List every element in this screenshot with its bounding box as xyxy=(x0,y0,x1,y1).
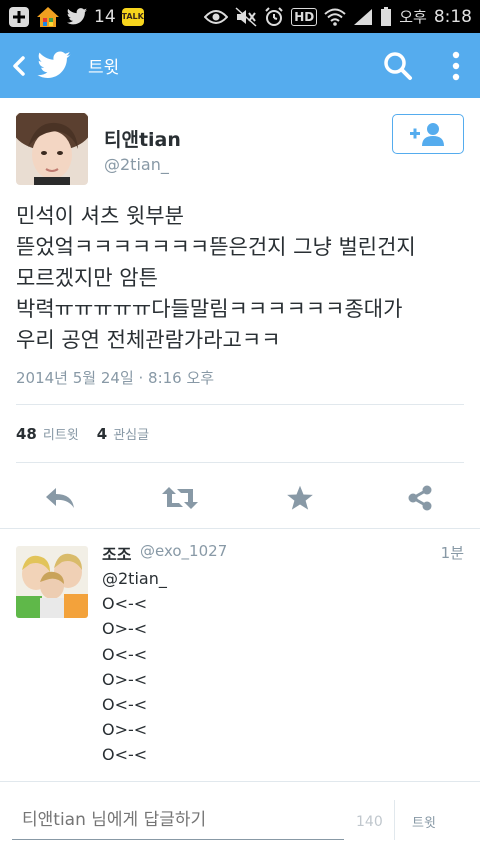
reply-button[interactable] xyxy=(40,478,80,518)
battery-icon xyxy=(380,6,392,27)
reply-text-line: O>-< xyxy=(102,619,148,639)
back-button[interactable] xyxy=(4,33,34,98)
reply-text: @2tian_ O<-< O>-< O<-< O>-< O<-< O>-< O<… xyxy=(102,566,167,768)
retweet-button[interactable] xyxy=(160,478,200,518)
divider xyxy=(0,781,480,782)
page-title: 트윗 xyxy=(88,58,120,78)
add-user-icon xyxy=(410,123,444,146)
overflow-menu-button[interactable] xyxy=(438,33,474,98)
twitter-notification-icon xyxy=(66,7,88,27)
tweet-send-button[interactable]: 트윗 xyxy=(412,812,436,831)
signal-icon xyxy=(353,8,373,26)
divider xyxy=(0,528,480,529)
share-icon xyxy=(408,485,432,511)
alarm-icon xyxy=(264,6,284,27)
author-avatar[interactable] xyxy=(16,113,88,185)
mute-icon xyxy=(235,6,257,27)
follow-button[interactable] xyxy=(392,114,464,154)
reply-text-line: @2tian_ xyxy=(102,569,167,588)
reply-author-handle: @exo_1027 xyxy=(140,542,228,560)
star-icon xyxy=(287,485,313,510)
reply-text-line: O<-< xyxy=(102,594,148,614)
divider xyxy=(16,404,464,405)
char-count: 140 xyxy=(356,814,383,830)
reply-author-name[interactable]: 조조 xyxy=(102,541,131,565)
eye-icon xyxy=(204,9,229,25)
add-icon xyxy=(8,6,30,28)
retweet-icon xyxy=(162,487,198,509)
tweet-text-line: 뜯었엌ㅋㅋㅋㅋㅋㅋㅋ뜯은건지 그냥 벌린건지 xyxy=(16,235,416,259)
status-bar: 14 TALK HD 오후 8:18 xyxy=(0,0,480,33)
author-handle: @2tian_ xyxy=(104,155,169,174)
reply-icon xyxy=(46,488,74,508)
tweet-stats: 48 리트윗 4 관심글 xyxy=(16,424,149,443)
hd-voice-icon: HD xyxy=(291,7,318,26)
tweet-text-line: 우리 공연 전체관람가라고ㅋㅋ xyxy=(16,328,281,352)
kakaotalk-icon: TALK xyxy=(121,7,144,26)
search-button[interactable] xyxy=(378,33,418,98)
author-name[interactable]: 티앤tian xyxy=(104,125,181,152)
twitter-logo-icon xyxy=(34,33,74,98)
reply-author-avatar[interactable] xyxy=(16,546,88,618)
tweet-text: 민석이 셔츠 윗부분 뜯었엌ㅋㅋㅋㅋㅋㅋㅋ뜯은건지 그냥 벌린건지 모르겠지만 … xyxy=(16,201,466,356)
favorite-button[interactable] xyxy=(280,478,320,518)
chevron-left-icon xyxy=(13,55,25,76)
reply-time: 1분 xyxy=(440,544,464,562)
tweet-timestamp: 2014년 5월 24일 · 8:16 오후 xyxy=(16,369,215,387)
tweet-actions xyxy=(0,478,480,518)
favorite-count[interactable]: 4 xyxy=(97,425,107,443)
reply-input[interactable] xyxy=(12,800,344,840)
status-ampm: 오후 xyxy=(399,8,427,26)
divider xyxy=(16,462,464,463)
app-bar: 트윗 xyxy=(0,33,480,98)
search-icon xyxy=(384,51,412,80)
tweet-text-line: 박력ㅠㅠㅠㅠㅠ다들말림ㅋㅋㅋㅋㅋㅋ종대가 xyxy=(16,297,403,321)
favorite-label[interactable]: 관심글 xyxy=(113,424,149,443)
notification-count: 14 xyxy=(94,6,116,27)
reply-text-line: O<-< xyxy=(102,745,148,765)
reply-text-line: O<-< xyxy=(102,644,148,664)
tweet-text-line: 모르겠지만 암튼 xyxy=(16,266,158,290)
retweet-count[interactable]: 48 xyxy=(16,425,37,443)
wifi-icon xyxy=(324,8,346,26)
more-vertical-icon xyxy=(452,51,460,80)
status-time: 8:18 xyxy=(433,6,472,27)
reply-text-line: O>-< xyxy=(102,720,148,740)
retweet-label[interactable]: 리트윗 xyxy=(43,424,79,443)
reply-text-line: O<-< xyxy=(102,695,148,715)
reply-text-line: O>-< xyxy=(102,669,148,689)
share-button[interactable] xyxy=(400,478,440,518)
home-app-icon xyxy=(36,6,60,28)
divider xyxy=(394,800,395,840)
tweet-text-line: 민석이 셔츠 윗부분 xyxy=(16,204,184,228)
